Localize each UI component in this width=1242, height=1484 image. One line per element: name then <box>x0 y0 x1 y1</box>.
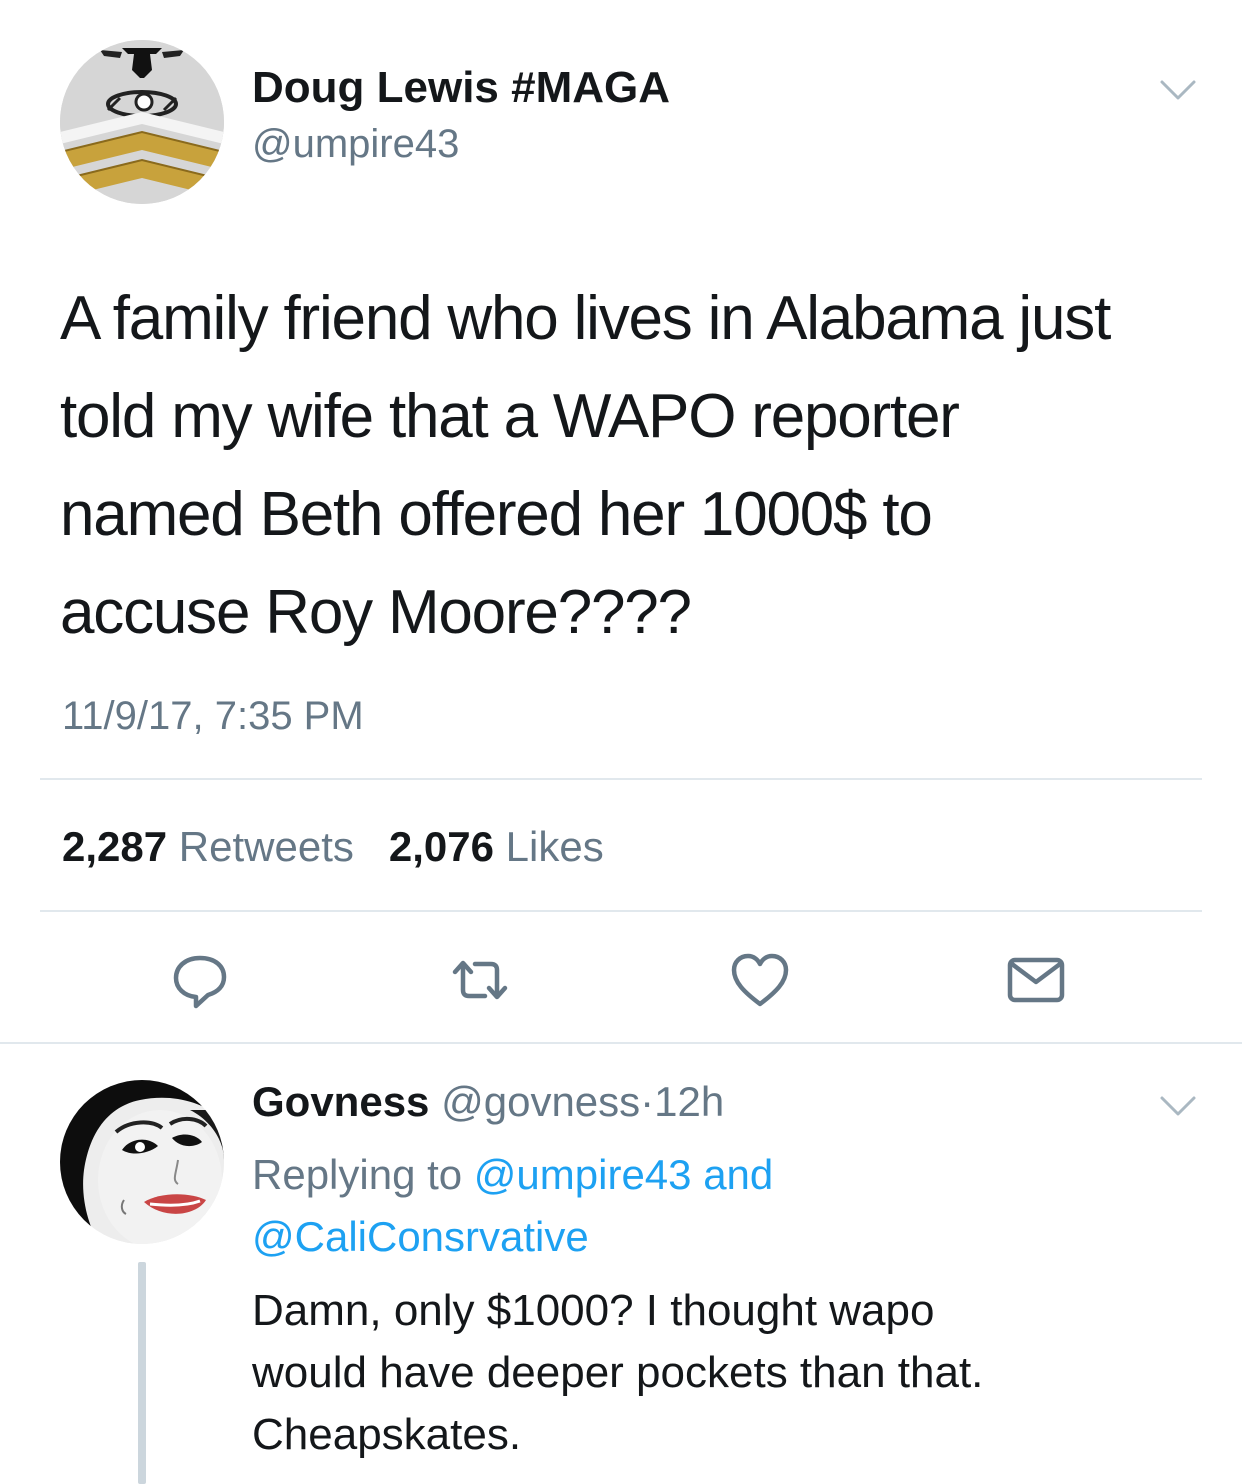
replying-to: Replying to @umpire43 and @CaliConsrvati… <box>252 1144 773 1268</box>
retweets-count[interactable]: 2,287 <box>62 823 167 870</box>
tweet-text-line: accuse Roy Moore???? <box>60 578 692 647</box>
author-avatar[interactable] <box>60 40 224 204</box>
like-button[interactable] <box>720 940 800 1020</box>
chevron-down-icon[interactable] <box>1158 78 1198 102</box>
tweet-stats: 2,287 Retweets 2,076 Likes <box>62 822 604 872</box>
retweet-icon <box>452 960 508 1000</box>
reply-author-handle[interactable]: @govness <box>441 1078 640 1125</box>
replying-to-user-link[interactable]: @umpire43 <box>474 1151 692 1198</box>
tweet-text-line: A family friend who lives in Alabama jus… <box>60 284 1111 353</box>
reply-bubble-icon <box>173 955 227 1009</box>
replying-to-prefix: Replying to <box>252 1151 463 1198</box>
reply-text-line: Damn, only $1000? I thought wapo <box>252 1286 935 1335</box>
reply-author-avatar[interactable] <box>60 1080 224 1244</box>
envelope-icon <box>1007 957 1065 1003</box>
replying-to-user-link[interactable]: @CaliConsrvative <box>252 1213 589 1260</box>
reply-text-line: Cheapskates. <box>252 1410 522 1459</box>
reply-header: Govness @govness·12h <box>252 1076 724 1128</box>
reply-time[interactable]: 12h <box>654 1078 724 1125</box>
direct-message-button[interactable] <box>996 940 1076 1020</box>
face-avatar-icon <box>60 1080 224 1244</box>
thread-connector-line <box>138 1262 146 1484</box>
chevron-down-icon[interactable] <box>1158 1094 1198 1118</box>
retweet-button[interactable] <box>440 940 520 1020</box>
reply-author-name[interactable]: Govness <box>252 1078 429 1125</box>
replying-to-and[interactable]: and <box>703 1151 773 1198</box>
retweets-label[interactable]: Retweets <box>179 823 354 870</box>
tweet-timestamp[interactable]: 11/9/17, 7:35 PM <box>62 692 364 740</box>
navy-rating-badge-icon <box>60 40 224 204</box>
reply-text-line: would have deeper pockets than that. <box>252 1348 984 1397</box>
divider <box>40 778 1202 780</box>
author-name[interactable]: Doug Lewis #MAGA <box>252 62 670 114</box>
likes-label[interactable]: Likes <box>506 823 604 870</box>
tweet-text-line: named Beth offered her 1000$ to <box>60 480 933 549</box>
author-handle[interactable]: @umpire43 <box>252 120 459 168</box>
tweet-text-line: told my wife that a WAPO reporter <box>60 382 960 451</box>
divider <box>0 1042 1242 1044</box>
meta-separator: · <box>640 1078 655 1125</box>
divider <box>40 910 1202 912</box>
reply-button[interactable] <box>160 940 240 1020</box>
heart-icon <box>731 953 789 1007</box>
likes-count[interactable]: 2,076 <box>389 823 494 870</box>
reply-text: Damn, only $1000? I thought wapo would h… <box>252 1280 1212 1466</box>
tweet-text: A family friend who lives in Alabama jus… <box>60 270 1210 662</box>
